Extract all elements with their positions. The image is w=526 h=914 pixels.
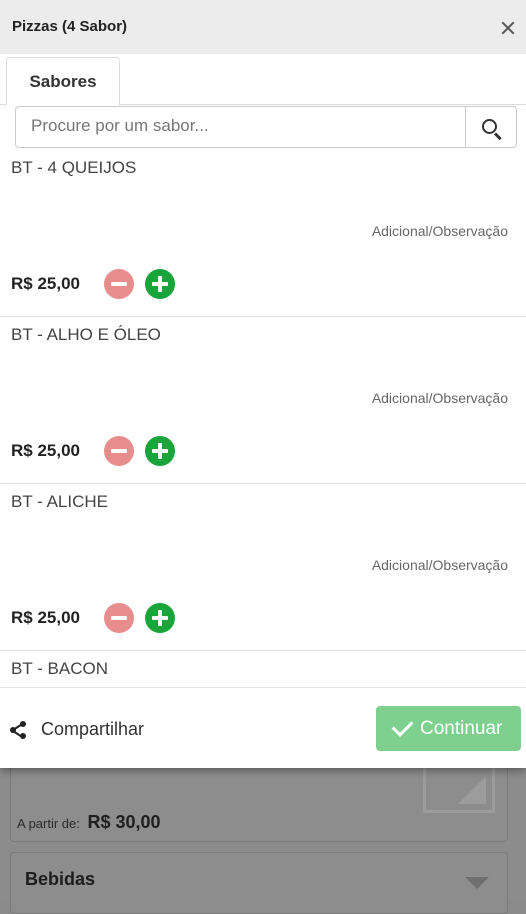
flavor-price: R$ 25,00 <box>11 441 80 460</box>
from-label: A partir de: <box>17 816 80 831</box>
minus-icon[interactable] <box>104 269 134 299</box>
flavor-price: R$ 25,00 <box>11 274 80 293</box>
flavor-name: BT - BACON <box>11 659 108 678</box>
flavor-name: BT - ALICHE <box>11 492 108 511</box>
list-item: BT - BACON <box>0 651 526 686</box>
check-icon <box>391 715 414 737</box>
share-icon[interactable] <box>10 721 26 739</box>
continue-button[interactable]: Continuar <box>376 706 521 751</box>
modal-footer: Compartilhar Continuar <box>0 687 526 768</box>
list-item: BT - 4 QUEIJOS Adicional/Observação R$ 2… <box>0 150 526 317</box>
plus-icon[interactable] <box>145 603 175 633</box>
category-card-bebidas[interactable]: Bebidas <box>10 852 508 914</box>
flavor-price: R$ 25,00 <box>11 608 80 627</box>
search-button[interactable] <box>465 107 516 147</box>
share-link[interactable]: Compartilhar <box>41 719 144 740</box>
addon-note-link[interactable]: Adicional/Observação <box>372 390 508 406</box>
search-input[interactable] <box>16 107 463 145</box>
addon-note-link[interactable]: Adicional/Observação <box>372 223 508 239</box>
plus-icon[interactable] <box>145 269 175 299</box>
modal-title: Pizzas (4 Sabor) <box>12 18 128 35</box>
search-icon <box>482 119 497 134</box>
close-icon[interactable] <box>498 18 518 38</box>
chevron-down-icon[interactable] <box>465 877 489 889</box>
from-price: R$ 30,00 <box>87 812 161 832</box>
flavor-name: BT - 4 QUEIJOS <box>11 158 137 177</box>
continue-label: Continuar <box>420 718 503 739</box>
flavor-name: BT - ALHO E ÓLEO <box>11 325 161 344</box>
search-box <box>15 106 517 148</box>
plus-icon[interactable] <box>145 436 175 466</box>
list-item: BT - ALICHE Adicional/Observação R$ 25,0… <box>0 484 526 651</box>
addon-note-link[interactable]: Adicional/Observação <box>372 557 508 573</box>
flavor-list: BT - 4 QUEIJOS Adicional/Observação R$ 2… <box>0 150 526 686</box>
modal-header: Pizzas (4 Sabor) <box>0 0 526 54</box>
flavor-modal: Pizzas (4 Sabor) Sabores BT - 4 QUEIJOS … <box>0 0 526 768</box>
list-item: BT - ALHO E ÓLEO Adicional/Observação R$… <box>0 317 526 484</box>
from-price-line: A partir de: R$ 30,00 <box>17 812 161 833</box>
tab-sabores[interactable]: Sabores <box>6 57 120 106</box>
tab-bar: Sabores <box>0 54 526 106</box>
category-label: Bebidas <box>25 869 96 889</box>
minus-icon[interactable] <box>104 603 134 633</box>
minus-icon[interactable] <box>104 436 134 466</box>
